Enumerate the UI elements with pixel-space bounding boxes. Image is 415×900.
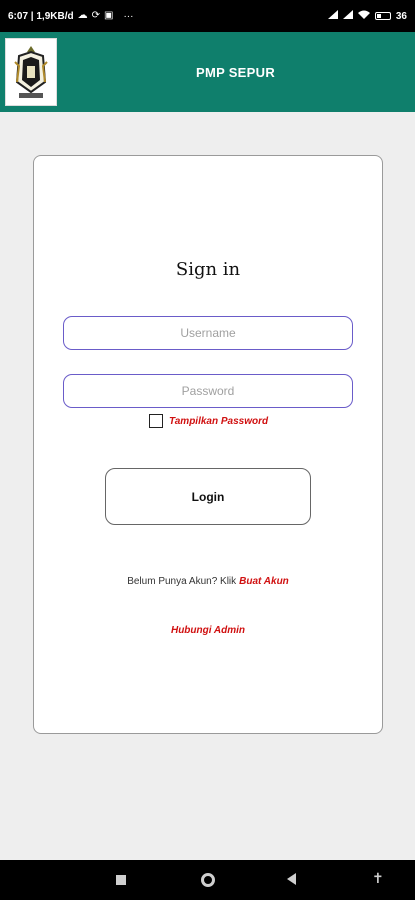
battery-icon <box>374 12 391 20</box>
signin-card: Sign in Tampilkan Password Login Belum P… <box>33 155 383 734</box>
show-password-toggle[interactable]: Tampilkan Password <box>149 414 268 428</box>
signal-1-icon <box>327 10 338 22</box>
cloud-icon: ☁ <box>77 10 88 21</box>
home-circle-icon[interactable] <box>201 873 215 887</box>
contact-admin-link[interactable]: Hubungi Admin <box>171 625 245 636</box>
recents-square-icon[interactable] <box>116 875 126 885</box>
contact-line: Hubungi Admin <box>34 620 382 638</box>
status-right: 36 <box>327 10 407 22</box>
status-time: 6:07 | 1,9KB/d <box>8 10 74 22</box>
app-notification-icon: ▣ <box>104 10 114 21</box>
show-password-label[interactable]: Tampilkan Password <box>169 416 268 427</box>
login-button[interactable]: Login <box>105 468 311 525</box>
system-nav-bar: ✝ <box>0 860 415 900</box>
app-title: PMP SEPUR <box>195 64 276 80</box>
wifi-icon <box>357 10 370 22</box>
signin-title: Sign in <box>175 259 241 280</box>
status-bar: 6:07 | 1,9KB/d ☁ ⟳ ▣ ··· 36 <box>0 0 415 32</box>
back-triangle-icon[interactable] <box>287 873 296 885</box>
show-password-checkbox[interactable] <box>149 414 163 428</box>
register-link[interactable]: Buat Akun <box>239 576 289 587</box>
sync-icon: ⟳ <box>91 10 100 21</box>
status-overflow: ··· <box>123 10 134 22</box>
status-left: 6:07 | 1,9KB/d ☁ ⟳ ▣ ··· <box>8 11 133 22</box>
password-input[interactable] <box>63 374 353 408</box>
username-input[interactable] <box>63 316 353 350</box>
register-line: Belum Punya Akun? Klik Buat Akun <box>34 576 382 587</box>
accessibility-icon[interactable]: ✝ <box>372 871 384 885</box>
app-bar: PMP SEPUR <box>0 32 415 112</box>
register-prompt: Belum Punya Akun? Klik <box>127 576 237 587</box>
battery-percent: 36 <box>395 10 407 22</box>
signal-2-icon <box>342 10 353 22</box>
